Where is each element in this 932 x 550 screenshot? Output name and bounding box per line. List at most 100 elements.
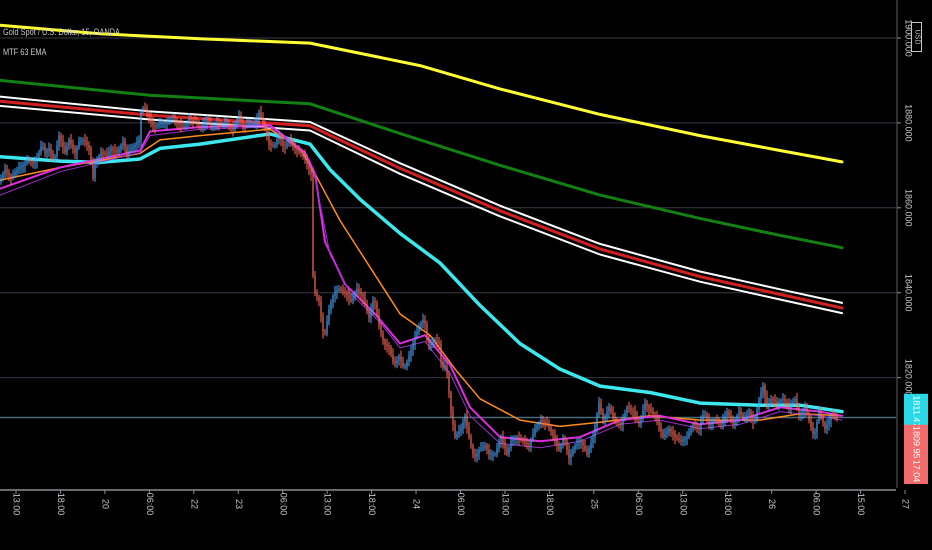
candle-body xyxy=(696,425,698,428)
candle-body xyxy=(604,415,606,420)
candle-body xyxy=(702,415,704,422)
candle-body xyxy=(534,428,536,435)
candle-body xyxy=(268,135,270,145)
candle-body xyxy=(454,424,456,437)
time-tick-label: 23 xyxy=(234,499,244,509)
candle-body xyxy=(620,423,622,425)
currency-button[interactable]: USD xyxy=(911,22,922,52)
candle-body xyxy=(806,407,808,414)
candle-body xyxy=(164,122,166,124)
price-chart[interactable]: 1900.0001880.0001860.0001840.0001820.000… xyxy=(0,0,932,550)
candle-body xyxy=(136,142,138,145)
candle-body xyxy=(222,124,224,126)
candle-body xyxy=(332,296,334,303)
candle-body xyxy=(286,143,288,147)
candle-body xyxy=(594,425,596,437)
candle-body xyxy=(430,344,432,348)
time-tick-label: 18:00 xyxy=(723,493,733,516)
candle-body xyxy=(644,403,646,411)
candle-body xyxy=(72,144,74,149)
price-tick-label: 1880.000 xyxy=(904,104,914,142)
candle-body xyxy=(214,124,216,126)
candle-body xyxy=(796,398,798,408)
candle-body xyxy=(596,414,598,426)
candle-body xyxy=(752,416,754,422)
candle-body xyxy=(554,435,556,440)
candle-body xyxy=(606,411,608,416)
candle-body xyxy=(502,437,504,443)
candle-body xyxy=(574,445,576,450)
candle-body xyxy=(508,447,510,455)
candle-body xyxy=(816,421,818,432)
candle-body xyxy=(362,294,364,297)
candle-body xyxy=(592,437,594,443)
candle-body xyxy=(184,125,186,127)
time-tick-label: 27 xyxy=(901,499,911,509)
candle-body xyxy=(548,424,550,428)
candle-body xyxy=(370,309,372,319)
candle-body xyxy=(744,418,746,420)
candle-body xyxy=(188,118,190,122)
candle-body xyxy=(636,415,638,420)
candle-body xyxy=(464,415,466,423)
candle-body xyxy=(172,119,174,121)
candle-body xyxy=(262,117,264,123)
candle-body xyxy=(50,148,52,154)
candle-body xyxy=(734,420,736,425)
candle-body xyxy=(812,426,814,434)
candle-body xyxy=(160,122,162,125)
candle-body xyxy=(426,324,428,336)
candle-body xyxy=(380,326,382,334)
candle-body xyxy=(682,439,684,442)
indicator-label[interactable]: MTF 63 EMA xyxy=(3,47,46,57)
time-tick-label: 06:00 xyxy=(634,493,644,516)
candle-body xyxy=(630,408,632,411)
candle-body xyxy=(420,323,422,327)
candle-body xyxy=(8,172,10,176)
candle-body xyxy=(302,154,304,156)
candle-body xyxy=(706,414,708,420)
candle-body xyxy=(388,346,390,348)
symbol-title[interactable]: Gold Spot / U.S. Dollar, 15, OANDA xyxy=(3,27,120,37)
candle-body xyxy=(100,152,102,157)
candle-body xyxy=(546,422,548,425)
candle-body xyxy=(496,448,498,455)
candle-body xyxy=(820,411,822,418)
candle-body xyxy=(226,122,228,124)
candle-body xyxy=(424,319,426,325)
candle-body xyxy=(624,413,626,419)
candle-body xyxy=(390,347,392,355)
candle-body xyxy=(704,414,706,416)
candle-body xyxy=(538,422,540,426)
candle-body xyxy=(46,150,48,153)
candle-body xyxy=(492,454,494,455)
candle-body xyxy=(318,296,320,302)
candle-body xyxy=(418,326,420,332)
candle-body xyxy=(782,398,784,401)
candle-body xyxy=(56,145,58,156)
candle-body xyxy=(194,121,196,123)
candle-body xyxy=(344,291,346,293)
time-tick-label: 13:00 xyxy=(323,493,333,516)
candle-body xyxy=(576,444,578,446)
candle-body xyxy=(120,145,122,149)
candle-body xyxy=(506,448,508,455)
candle-body xyxy=(216,122,218,125)
candle-body xyxy=(204,121,206,125)
candle-body xyxy=(26,160,28,164)
candle-body xyxy=(260,112,262,118)
candle-body xyxy=(790,404,792,408)
candle-body xyxy=(516,437,518,439)
candle-body xyxy=(78,142,80,148)
candle-body xyxy=(836,417,838,418)
candle-body xyxy=(340,288,342,290)
candle-body xyxy=(168,121,170,123)
candle-body xyxy=(122,142,124,146)
candle-body xyxy=(808,413,810,421)
candle-body xyxy=(524,441,526,443)
candle-body xyxy=(82,140,84,142)
time-tick-label: 18:00 xyxy=(367,493,377,516)
candle-body xyxy=(68,139,70,147)
candle-body xyxy=(350,298,352,302)
candle-body xyxy=(666,431,668,435)
